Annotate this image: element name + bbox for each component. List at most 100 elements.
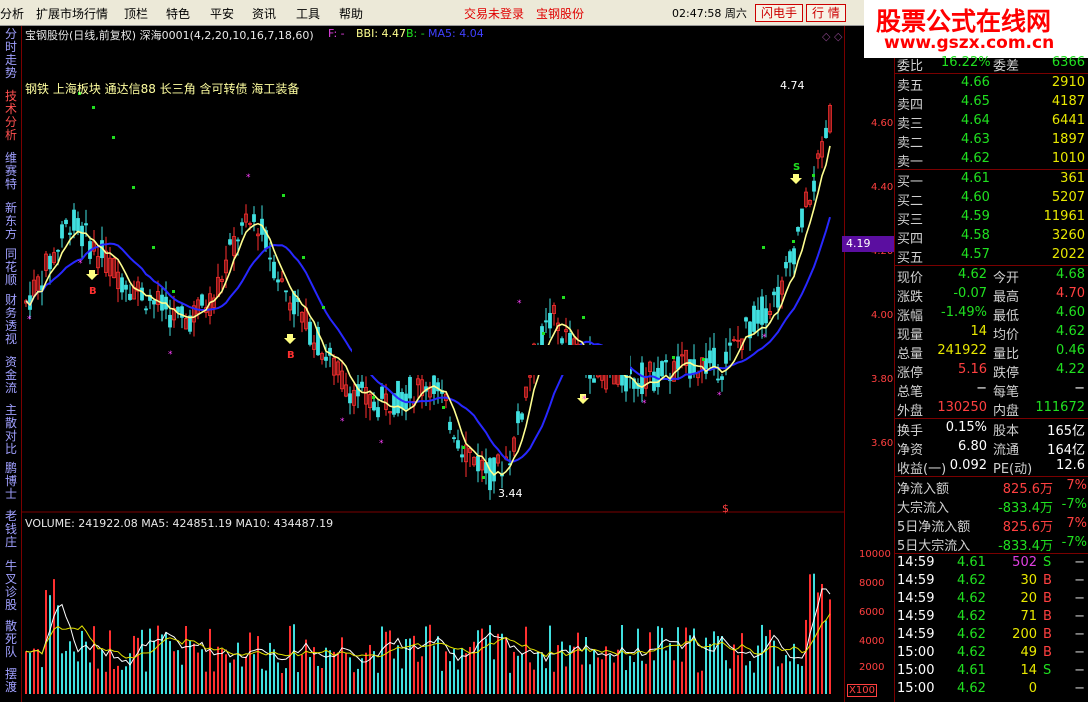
tick-side: B [1043,645,1052,660]
stat-label: 涨停 [897,366,924,381]
candle-body [284,290,288,293]
buy-row: 买五 4.57 2022 [895,246,1088,266]
tab-laoqianzhuang[interactable]: 老钱庄 [2,510,20,549]
candle-body [784,262,788,269]
buy-price: 4.58 [961,228,990,243]
tab-capital-flow[interactable]: 资金流 [2,356,20,395]
flow-row: 5日净流入额 825.6万 7% [895,515,1088,535]
candle-body [452,437,456,440]
stat-value: 14 [970,324,987,339]
candle-body [488,458,492,491]
volume-header: VOLUME: 241922.08 MA5: 424851.19 MA10: 4… [25,517,334,530]
menu-item-pingan[interactable]: 平安 [210,5,234,22]
sell-volume: 1010 [1051,151,1085,166]
current-price-badge: 4.19 [842,236,894,252]
tab-technical-analysis[interactable]: 技术分析 [2,90,20,142]
volume-group [25,573,831,694]
candle-body [756,309,760,324]
chart-header: 宝钢股份(日线,前复权) 深海0001(4,2,20,10,16,7,18,60… [25,29,314,42]
menu-item-analysis[interactable]: 分析 [0,5,24,22]
chart-corner-icons[interactable]: ◇ ◇ [822,30,842,43]
sell-signal: S [793,162,800,173]
stat-label: 现量 [897,328,924,343]
fund-label: 收益(一) [897,462,947,477]
y-tick: 3.60 [871,438,894,449]
candle-body [128,293,132,300]
fund-label: 净资 [897,443,924,458]
buy-label: 买二 [897,194,924,209]
candle-body [56,249,60,252]
tick-dash: − [1074,681,1085,696]
candle-body [168,314,172,328]
candles-group [24,103,832,500]
trailing-stop-dot [372,396,375,399]
menu-item-features[interactable]: 特色 [166,5,190,22]
trailing-stop-dot [442,406,445,409]
sell-volume: 2910 [1051,75,1085,90]
tick-dash: − [1074,591,1085,606]
menu-item-news[interactable]: 资讯 [252,5,276,22]
trailing-stop-dot [172,290,175,293]
tick-price: 4.62 [957,645,986,660]
tab-pengboshi[interactable]: 鹏博士 [2,462,20,501]
stat-value: 111672 [1035,400,1085,415]
candle-body [152,300,156,305]
candle-body [376,407,380,418]
tick-side: B [1043,573,1052,588]
trailing-stop-dot [482,476,485,479]
candle-body [692,359,696,375]
stock-name-link[interactable]: 宝钢股份 [536,5,584,22]
tab-sansidui[interactable]: 散死队 [2,620,20,659]
sell-row: 卖五 4.66 2910 [895,74,1088,94]
candle-body [800,208,804,228]
stat-label: 今开 [993,271,1020,286]
tick-dash: − [1074,555,1085,570]
candle-body [744,317,748,322]
buy-signal: B [89,286,97,297]
tab-financial[interactable]: 财务透视 [2,294,20,346]
candle-body [64,219,68,225]
stat-label: 最高 [993,290,1020,305]
menu-item-help[interactable]: 帮助 [339,5,363,22]
candle-body [560,338,564,344]
tick-price: 4.62 [957,573,986,588]
indicator-b: B: - [406,27,425,40]
star-marker: * [168,350,173,360]
menu-item-tools[interactable]: 工具 [296,5,320,22]
trailing-stop-dot [132,186,135,189]
candle-body [716,378,720,381]
sell-row: 卖三 4.64 6441 [895,112,1088,132]
s-marker-bottom: $ [722,502,729,515]
stat-value: 4.60 [1056,305,1085,320]
candle-body [812,180,816,192]
indicator-f: F: - [328,27,345,40]
fund-value: 6.80 [958,439,987,454]
fund-label: 股本 [993,424,1020,439]
tab-tonghuashun[interactable]: 同花顺 [2,248,20,287]
ma-line [25,216,831,463]
tick-time: 15:00 [897,681,935,696]
tab-weisaite[interactable]: 维赛特 [2,152,20,191]
menu-item-extended-market[interactable]: 扩展市场行情 [36,5,108,22]
candle-body [772,291,776,296]
tab-niucha[interactable]: 牛叉诊股 [2,560,20,612]
trailing-stop-dot [302,256,305,259]
tick-time: 14:59 [897,609,935,624]
tab-main-vs-retail[interactable]: 主散对比 [2,404,20,456]
tick-dash: − [1074,573,1085,588]
candle-body [760,296,764,325]
stat-label: 最低 [993,309,1020,324]
trade-login-status[interactable]: 交易未登录 [464,5,524,22]
buy-row: 买一 4.61 361 [895,170,1088,190]
candle-body [568,332,572,346]
trailing-stop-dot [152,246,155,249]
quote-button[interactable]: 行 情 [806,4,846,22]
tab-baidu[interactable]: 摆渡 [2,668,20,694]
weibi-label: 委比 [897,59,924,74]
flash-trade-button[interactable]: 闪电手 [755,4,804,22]
candle-body [380,386,384,399]
tab-xindongfang[interactable]: 新东方 [2,202,20,241]
tab-intraday[interactable]: 分时走势 [2,28,20,80]
menu-item-top-bar[interactable]: 顶栏 [124,5,148,22]
tick-volume: 30 [1020,573,1037,588]
